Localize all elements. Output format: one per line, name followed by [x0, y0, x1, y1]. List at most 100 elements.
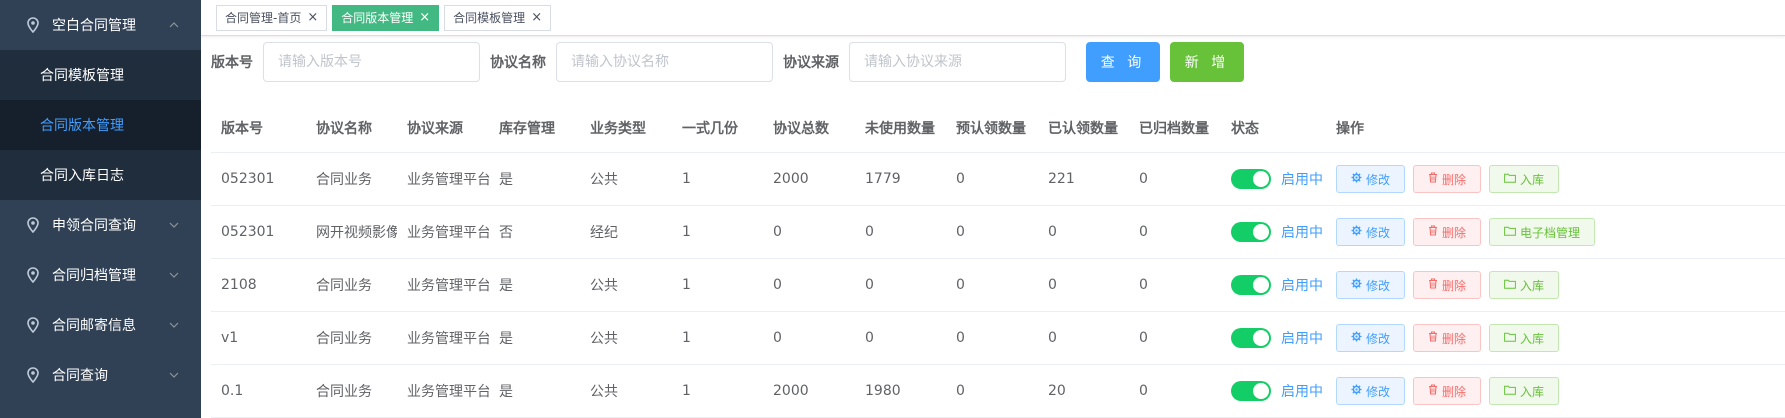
cell-status: 启用中: [1221, 364, 1326, 418]
close-icon[interactable]: ×: [419, 11, 430, 24]
location-pin-icon: [26, 317, 42, 333]
status-switch[interactable]: 启用中: [1231, 275, 1323, 295]
stock-in-label: 入库: [1520, 331, 1545, 346]
stock-in-button[interactable]: 入库: [1489, 377, 1560, 405]
cell-source: 业务管理平台: [397, 311, 489, 365]
version-label: 版本号: [211, 55, 253, 72]
cell-unused: 0: [855, 311, 946, 365]
cell-archived: 0: [1129, 258, 1221, 312]
column-header: 已认领数量: [1038, 104, 1129, 153]
tags-view-bar: 合同管理-首页 × 合同版本管理 × 合同模板管理 ×: [201, 0, 1785, 37]
edit-label: 修改: [1366, 225, 1391, 240]
switch-knob: [1253, 171, 1269, 187]
cell-status: 启用中: [1221, 205, 1326, 259]
tab-label: 合同模板管理: [453, 11, 526, 26]
chevron-up-icon: [169, 20, 179, 30]
status-switch[interactable]: 启用中: [1231, 222, 1323, 242]
status-switch[interactable]: 启用中: [1231, 328, 1323, 348]
sidebar-group[interactable]: 合同归档管理: [0, 250, 201, 300]
sidebar-group-label: 合同邮寄信息: [52, 318, 136, 334]
cell-actions: 修改 删除 入库: [1326, 258, 1785, 312]
sidebar-group-label: 申领合同查询: [52, 218, 136, 234]
folder-icon: [1504, 225, 1520, 239]
delete-button[interactable]: 删除: [1413, 324, 1482, 352]
tab-item[interactable]: 合同版本管理 ×: [332, 4, 440, 31]
stock-in-button[interactable]: 入库: [1489, 271, 1560, 299]
cell-total: 2000: [763, 152, 855, 206]
edit-button[interactable]: 修改: [1336, 324, 1406, 352]
folder-icon: [1504, 172, 1520, 186]
cell-name: 网开视频影像: [306, 205, 397, 259]
sidebar-submenu: 合同模板管理 合同版本管理 合同入库日志: [0, 50, 201, 200]
cell-version: 2108: [211, 258, 306, 312]
query-button[interactable]: 查 询: [1086, 42, 1160, 83]
source-input[interactable]: [849, 42, 1066, 83]
cell-archived: 0: [1129, 152, 1221, 206]
cell-archived: 0: [1129, 311, 1221, 365]
table-row: 052301 合同业务 业务管理平台是公共 1 2000 1779 0 221 0 启用中 修改 删除…: [211, 152, 1785, 206]
stock-in-button[interactable]: 入库: [1489, 165, 1560, 193]
edit-button[interactable]: 修改: [1336, 165, 1406, 193]
cell-type: 公共: [580, 258, 672, 312]
status-switch[interactable]: 启用中: [1231, 381, 1323, 401]
close-icon[interactable]: ×: [307, 11, 318, 24]
delete-button[interactable]: 删除: [1413, 271, 1482, 299]
trash-icon: [1428, 172, 1442, 186]
sidebar-group[interactable]: 申领合同查询: [0, 200, 201, 250]
edit-button[interactable]: 修改: [1336, 271, 1406, 299]
column-header: 库存管理: [489, 104, 580, 153]
tab-label: 合同版本管理: [341, 11, 414, 26]
sidebar-item[interactable]: 合同版本管理: [0, 100, 201, 150]
column-header: 未使用数量: [855, 104, 946, 153]
sidebar-group[interactable]: 合同查询: [0, 350, 201, 400]
name-label: 协议名称: [490, 55, 546, 72]
delete-button[interactable]: 删除: [1413, 377, 1482, 405]
cell-pre-claimed: 0: [946, 205, 1038, 259]
cell-total: 0: [763, 258, 855, 312]
delete-button[interactable]: 删除: [1413, 218, 1482, 246]
switch-track: [1231, 328, 1271, 348]
cell-stock: 是: [489, 258, 580, 312]
cell-claimed: 0: [1038, 311, 1129, 365]
status-switch[interactable]: 启用中: [1231, 169, 1323, 189]
tab-item[interactable]: 合同模板管理 ×: [444, 4, 552, 31]
version-table: 版本号 协议名称 协议来源 库存管理 业务类型 一式几份 协议总数 未使用数量 预认领数量 已认领…: [211, 104, 1785, 418]
stock-in-button[interactable]: 入库: [1489, 324, 1560, 352]
tab-item[interactable]: 合同管理-首页 ×: [216, 4, 328, 31]
cell-stock: 否: [489, 205, 580, 259]
sidebar-group[interactable]: 空白合同管理: [0, 0, 201, 50]
switch-knob: [1253, 330, 1269, 346]
cell-stock: 是: [489, 311, 580, 365]
folder-icon: [1504, 331, 1520, 345]
column-header: 操作: [1326, 104, 1785, 153]
cell-total: 2000: [763, 364, 855, 418]
cell-claimed: 221: [1038, 152, 1129, 206]
sidebar-item[interactable]: 合同模板管理: [0, 50, 201, 100]
delete-label: 删除: [1442, 172, 1467, 187]
edit-label: 修改: [1366, 172, 1391, 187]
edit-label: 修改: [1366, 384, 1391, 399]
edit-button[interactable]: 修改: [1336, 377, 1406, 405]
edit-button[interactable]: 修改: [1336, 218, 1406, 246]
name-input[interactable]: [556, 42, 773, 83]
cell-pre-claimed: 0: [946, 364, 1038, 418]
cell-version: 052301: [211, 205, 306, 259]
trash-icon: [1428, 384, 1442, 398]
add-button[interactable]: 新 增: [1170, 42, 1244, 83]
delete-button[interactable]: 删除: [1413, 165, 1482, 193]
cell-name: 合同业务: [306, 311, 397, 365]
cell-claimed: 0: [1038, 258, 1129, 312]
sidebar-item[interactable]: 合同入库日志: [0, 150, 201, 200]
stock-in-label: 电子档管理: [1520, 225, 1581, 240]
close-icon[interactable]: ×: [531, 11, 542, 24]
search-form: 版本号 协议名称 协议来源 查 询 新 增: [201, 36, 1785, 88]
edit-label: 修改: [1366, 331, 1391, 346]
stock-in-button[interactable]: 电子档管理: [1489, 218, 1596, 246]
table-row: 2108 合同业务 业务管理平台是公共 1 0 0 0 0 0 启用中 修改 删除 入库: [211, 258, 1785, 312]
version-input[interactable]: [263, 42, 480, 83]
stock-in-label: 入库: [1520, 172, 1545, 187]
sidebar-group-label: 合同归档管理: [52, 268, 136, 284]
chevron-down-icon: [169, 220, 179, 230]
sidebar-group[interactable]: 合同邮寄信息: [0, 300, 201, 350]
delete-label: 删除: [1442, 331, 1467, 346]
